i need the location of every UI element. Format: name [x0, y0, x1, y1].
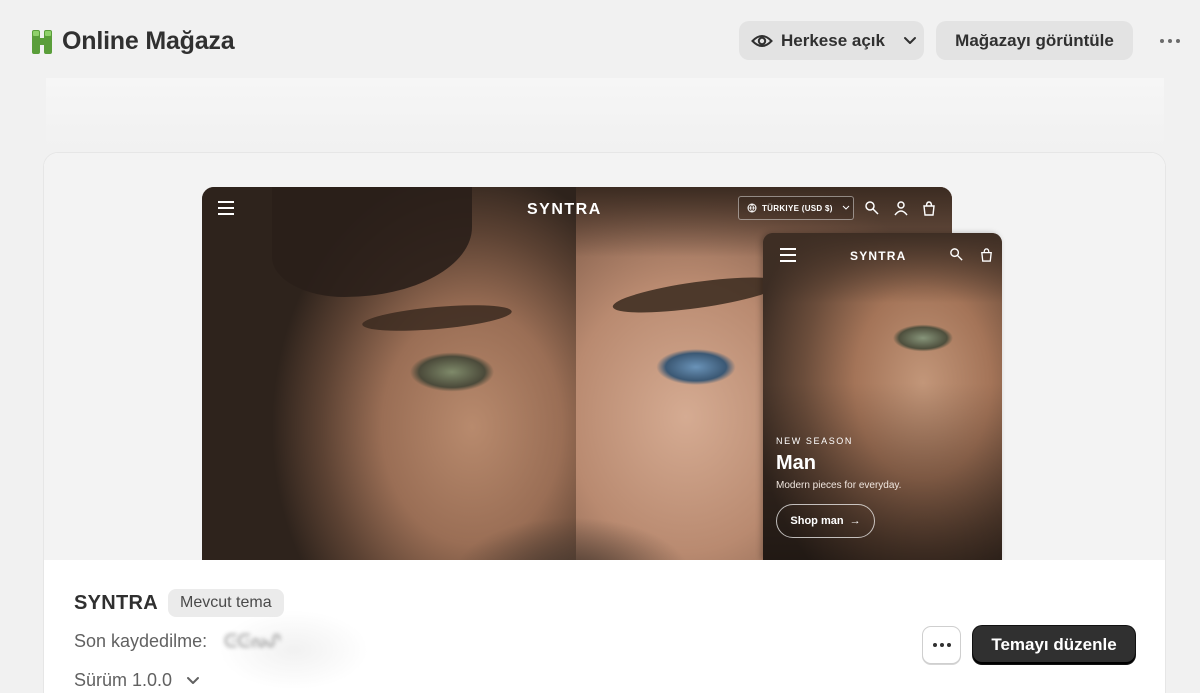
shop-man-button: Shop man → [776, 504, 875, 538]
country-label: TÜRKIYE (USD $) [762, 203, 833, 213]
chevron-down-icon [903, 36, 916, 44]
store-logo: SYNTRA [850, 249, 907, 263]
cart-icon [923, 201, 935, 216]
dot [1168, 39, 1172, 43]
cart-icon [981, 248, 992, 262]
eye-icon [751, 34, 773, 47]
version-dropdown[interactable]: Sürüm 1.0.0 [74, 670, 200, 691]
dot [946, 643, 951, 647]
search-icon [865, 201, 879, 215]
current-theme-card: SYNTRA TÜRKIYE (USD $) SYNTRA NEW SEASON… [44, 153, 1165, 693]
theme-info: SYNTRA Mevcut tema Son kaydedilme: ᕮᕮᔓᔑ … [44, 560, 1165, 693]
hamburger-menu-icon [218, 201, 234, 219]
hero-subtitle: Modern pieces for everyday. [776, 480, 902, 491]
page-heading: Online Mağaza [30, 27, 235, 56]
shop-man-label: Shop man [790, 515, 844, 527]
dot [932, 643, 937, 647]
hamburger-menu-icon [780, 248, 796, 266]
last-saved-label: Son kaydedilme: [74, 631, 208, 651]
chevron-down-icon [842, 205, 850, 210]
more-actions-button[interactable] [1152, 31, 1188, 51]
hero-title: Man [776, 452, 816, 474]
top-bar: Online Mağaza Herkese açık Mağazayı görü… [0, 0, 1200, 80]
arrow-right-icon: → [849, 515, 861, 527]
dot [939, 643, 944, 647]
theme-actions-button[interactable] [922, 626, 961, 664]
dot [1160, 39, 1164, 43]
hero-eyebrow: NEW SEASON [776, 436, 854, 446]
hero-image-detail [452, 517, 692, 561]
store-logo: SYNTRA [527, 201, 602, 218]
theme-name: SYNTRA [74, 592, 159, 614]
account-icon [894, 201, 908, 216]
chevron-down-icon [187, 676, 200, 684]
country-selector: TÜRKIYE (USD $) [738, 196, 854, 220]
visibility-label: Herkese açık [781, 30, 885, 50]
online-store-icon [32, 29, 52, 54]
edit-theme-button[interactable]: Temayı düzenle [973, 626, 1135, 664]
theme-preview[interactable]: SYNTRA TÜRKIYE (USD $) SYNTRA NEW SEASON… [44, 153, 1165, 561]
search-icon [950, 248, 963, 261]
previous-card-edge [46, 78, 1164, 148]
view-store-label: Mağazayı görüntüle [955, 30, 1114, 50]
dot [1176, 39, 1180, 43]
mobile-preview: SYNTRA NEW SEASON Man Modern pieces for … [763, 233, 1002, 560]
version-label: Sürüm 1.0.0 [74, 670, 173, 690]
globe-icon [747, 203, 757, 213]
view-store-button[interactable]: Mağazayı görüntüle [936, 21, 1133, 60]
last-saved-value: ᕮᕮᔓᔑ [224, 631, 282, 651]
visibility-dropdown[interactable]: Herkese açık [739, 21, 924, 60]
hero-image-detail [763, 233, 1002, 303]
page-title: Online Mağaza [62, 27, 235, 55]
